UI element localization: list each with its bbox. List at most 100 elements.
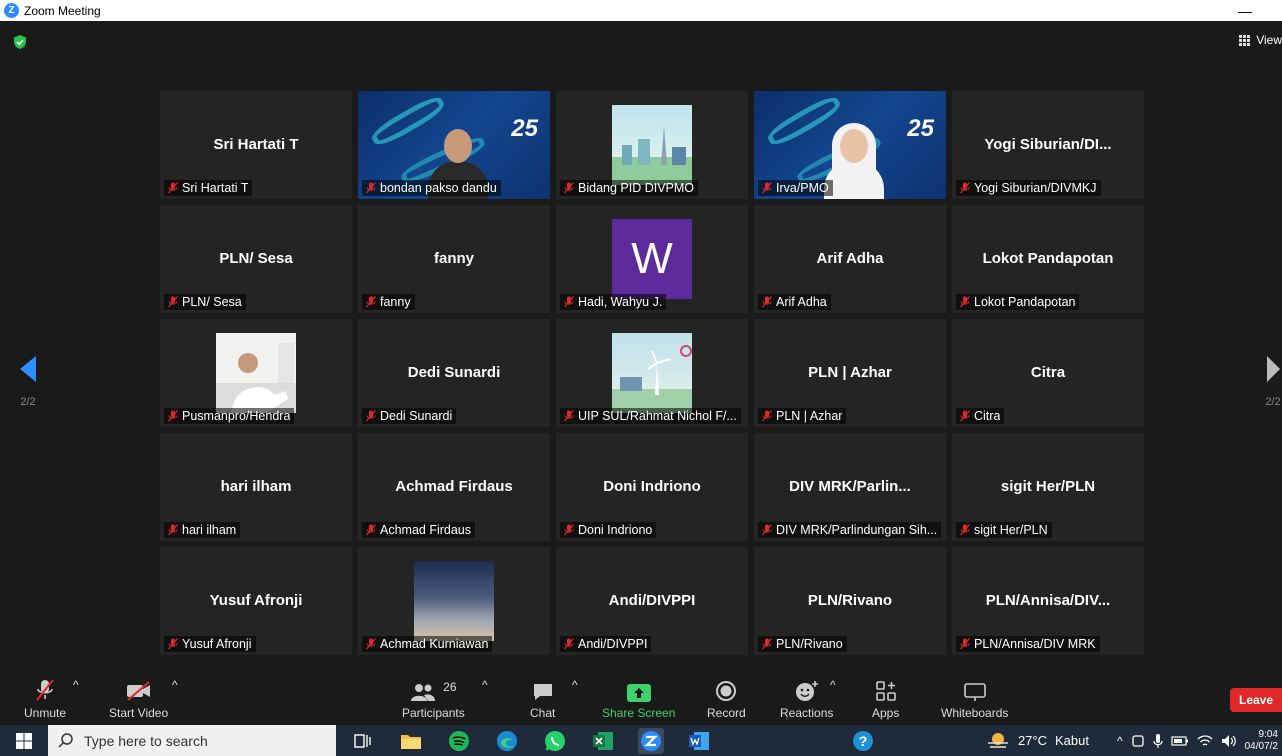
- microphone-muted-icon: [960, 296, 970, 308]
- participant-name-label: Arif Adha: [758, 294, 831, 310]
- participant-tile[interactable]: PLN/Rivano PLN/Rivano: [754, 547, 946, 655]
- whiteboard-icon: [963, 683, 986, 701]
- chevron-up-icon[interactable]: ^: [1117, 734, 1123, 748]
- start-video-button[interactable]: Start Video: [109, 678, 168, 720]
- search-placeholder: Type here to search: [84, 732, 208, 749]
- participant-tile[interactable]: Bidang PID DIVPMO: [556, 91, 748, 199]
- participant-name-label: Yogi Siburian/DIVMKJ: [956, 180, 1101, 196]
- microphone-muted-icon: [168, 638, 178, 650]
- participant-display-name: Citra: [1030, 364, 1066, 381]
- participant-avatar: W: [612, 219, 692, 299]
- participant-tile[interactable]: 25 bondan pakso dandu: [358, 91, 550, 199]
- volume-icon[interactable]: [1221, 734, 1237, 748]
- participant-tile[interactable]: Achmad Kurniawan: [358, 547, 550, 655]
- clock[interactable]: 9:04 04/07/2: [1245, 729, 1278, 753]
- chat-button[interactable]: Chat: [530, 678, 555, 720]
- record-icon: [716, 681, 737, 701]
- participants-count: 26: [443, 680, 457, 694]
- task-view-icon[interactable]: [350, 728, 376, 754]
- participant-display-name: sigit Her/PLN: [1000, 478, 1096, 495]
- participant-name-label: DIV MRK/Parlindungan Sih...: [758, 522, 942, 538]
- record-button[interactable]: Record: [707, 678, 746, 720]
- participant-name-label: Doni Indriono: [560, 522, 657, 538]
- participant-tile[interactable]: Arif Adha Arif Adha: [754, 205, 946, 313]
- chevron-left-icon: [20, 356, 36, 382]
- grid-view-icon: [1239, 34, 1251, 46]
- excel-icon[interactable]: [590, 728, 616, 754]
- taskbar-search-input[interactable]: Type here to search: [48, 725, 336, 756]
- reactions-button[interactable]: Reactions: [780, 678, 833, 720]
- participant-tile[interactable]: PLN | Azhar PLN | Azhar: [754, 319, 946, 427]
- windows-start-button[interactable]: [0, 732, 48, 749]
- start-video-label: Start Video: [109, 706, 169, 720]
- share-screen-button[interactable]: Share Screen: [602, 678, 675, 720]
- microphone-muted-icon: [564, 296, 574, 308]
- participant-name-label: Bidang PID DIVPMO: [560, 180, 699, 196]
- participant-display-name: PLN/Annisa/DIV...: [985, 592, 1111, 609]
- participant-tile[interactable]: Yusuf Afronji Yusuf Afronji: [160, 547, 352, 655]
- minimize-button[interactable]: —: [1238, 3, 1252, 19]
- reactions-icon: [795, 681, 818, 701]
- participant-display-name: Dedi Sunardi: [407, 364, 501, 381]
- participant-tile[interactable]: Achmad Firdaus Achmad Firdaus: [358, 433, 550, 541]
- participant-tile[interactable]: Yogi Siburian/DI... Yogi Siburian/DIVMKJ: [952, 91, 1144, 199]
- video-camera-off-icon: [126, 681, 150, 701]
- zoom-taskbar-icon[interactable]: [638, 727, 664, 754]
- reactions-options-caret[interactable]: ^: [830, 678, 836, 692]
- participant-tile[interactable]: Pusmanpro/Hendra: [160, 319, 352, 427]
- participant-profile-image: [612, 333, 692, 413]
- app-tray-icon[interactable]: [1131, 734, 1145, 748]
- participant-display-name: Andi/DIVPPI: [608, 592, 696, 609]
- whatsapp-icon[interactable]: [542, 728, 568, 754]
- clock-date: 04/07/2: [1244, 740, 1278, 752]
- windows-logo-icon: [16, 732, 32, 749]
- audio-options-caret[interactable]: ^: [73, 678, 79, 692]
- participant-name-label: Yusuf Afronji: [164, 636, 256, 652]
- next-page-button[interactable]: 2/2: [1258, 355, 1282, 408]
- participant-tile[interactable]: PLN/ Sesa PLN/ Sesa: [160, 205, 352, 313]
- participant-tile[interactable]: Doni Indriono Doni Indriono: [556, 433, 748, 541]
- participant-tile[interactable]: PLN/Annisa/DIV... PLN/Annisa/DIV MRK: [952, 547, 1144, 655]
- chat-label: Chat: [530, 706, 556, 720]
- participant-name-label: Lokot Pandapotan: [956, 294, 1080, 310]
- unmute-button[interactable]: Unmute: [24, 678, 66, 720]
- apps-button[interactable]: Apps: [872, 678, 899, 720]
- participant-name-label: Achmad Firdaus: [362, 522, 476, 538]
- microphone-muted-icon: [960, 524, 970, 536]
- participant-tile[interactable]: sigit Her/PLN sigit Her/PLN: [952, 433, 1144, 541]
- participant-tile[interactable]: hari ilham hari ilham: [160, 433, 352, 541]
- participant-name-label: PLN/ Sesa: [164, 294, 246, 310]
- wifi-icon[interactable]: [1197, 734, 1213, 748]
- help-icon[interactable]: ?: [850, 728, 876, 754]
- participant-tile[interactable]: Andi/DIVPPI Andi/DIVPPI: [556, 547, 748, 655]
- participant-tile[interactable]: Citra Citra: [952, 319, 1144, 427]
- participant-name-label: Pusmanpro/Hendra: [164, 408, 295, 424]
- participant-tile[interactable]: 25 Irva/PMO: [754, 91, 946, 199]
- participants-options-caret[interactable]: ^: [482, 678, 488, 692]
- edge-browser-icon[interactable]: [494, 728, 520, 754]
- participant-tile[interactable]: DIV MRK/Parlin... DIV MRK/Parlindungan Si…: [754, 433, 946, 541]
- participant-name-label: PLN | Azhar: [758, 408, 847, 424]
- whiteboards-button[interactable]: Whiteboards: [941, 678, 1008, 720]
- video-options-caret[interactable]: ^: [172, 678, 178, 692]
- microphone-muted-icon: [366, 296, 376, 308]
- previous-page-button[interactable]: 2/2: [8, 355, 48, 408]
- participant-tile[interactable]: Lokot Pandapotan Lokot Pandapotan: [952, 205, 1144, 313]
- participant-tile[interactable]: Sri Hartati T Sri Hartati T: [160, 91, 352, 199]
- security-shield-icon[interactable]: [12, 34, 28, 50]
- spotify-icon[interactable]: [446, 728, 472, 754]
- page-indicator-left: 2/2: [20, 396, 36, 408]
- participant-tile[interactable]: fanny fanny: [358, 205, 550, 313]
- participant-profile-image: [216, 333, 296, 413]
- chat-options-caret[interactable]: ^: [572, 678, 578, 692]
- view-button[interactable]: View: [1239, 33, 1282, 47]
- battery-icon[interactable]: [1171, 735, 1189, 747]
- file-explorer-icon[interactable]: [398, 728, 424, 754]
- participants-button[interactable]: 26 Participants: [402, 678, 465, 720]
- word-icon[interactable]: [686, 728, 712, 754]
- participant-tile[interactable]: Dedi Sunardi Dedi Sunardi: [358, 319, 550, 427]
- leave-button[interactable]: Leave: [1230, 688, 1282, 712]
- participant-tile[interactable]: UIP SUL/Rahmat Nichol F/...: [556, 319, 748, 427]
- participant-tile[interactable]: W Hadi, Wahyu J.: [556, 205, 748, 313]
- microphone-tray-icon[interactable]: [1153, 733, 1163, 749]
